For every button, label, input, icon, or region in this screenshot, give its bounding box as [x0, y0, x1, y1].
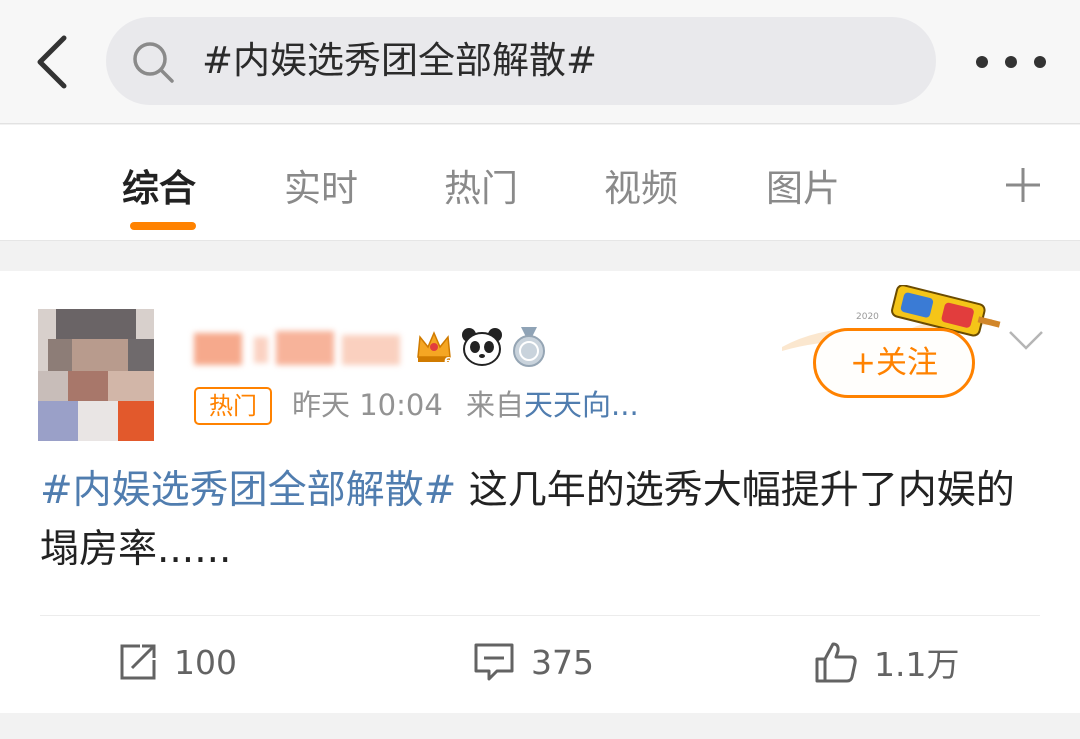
divider	[40, 615, 1040, 616]
search-bar[interactable]: #内娱选秀团全部解散#	[106, 17, 936, 105]
comment-button[interactable]: 375	[473, 637, 594, 687]
more-dots-icon	[976, 56, 988, 68]
like-count: 1.1万	[874, 645, 960, 684]
search-query[interactable]: #内娱选秀团全部解散#	[202, 17, 597, 105]
hot-tag: 热门	[194, 387, 272, 425]
svg-text:2020: 2020	[856, 312, 879, 322]
tab-bar: 综合 实时 热门 视频 图片	[0, 125, 1080, 241]
active-tab-indicator	[130, 222, 196, 230]
more-button[interactable]	[976, 44, 1046, 80]
like-icon	[815, 642, 857, 683]
like-button[interactable]: 1.1万	[814, 637, 959, 687]
back-arrow-icon	[37, 35, 67, 89]
plus-icon[interactable]	[1004, 166, 1042, 204]
topic-link[interactable]: #内娱选秀团全部解散#	[40, 468, 456, 513]
comment-icon	[474, 643, 514, 681]
username-blurred[interactable]	[192, 323, 404, 373]
tab-realtime[interactable]: 实时	[284, 158, 358, 212]
top-bar: #内娱选秀团全部解散#	[0, 0, 1080, 124]
medal-badge-icon	[513, 327, 545, 367]
tab-video[interactable]: 视频	[604, 158, 678, 212]
post-card[interactable]: 6 热门 昨天 10:04 来自天天向... 2020 +关注 #内娱选秀团全部…	[0, 271, 1080, 713]
chevron-down-icon[interactable]	[1008, 329, 1044, 351]
comment-count: 375	[531, 642, 594, 682]
post-content[interactable]: #内娱选秀团全部解散# 这几年的选秀大幅提升了内娱的塌房率......	[40, 461, 1030, 579]
search-icon	[133, 42, 174, 83]
post-source[interactable]: 天天向...	[524, 388, 639, 422]
crown-badge-icon: 6	[417, 331, 452, 367]
repost-icon	[120, 644, 156, 680]
post-time: 昨天 10:04	[292, 388, 443, 422]
panda-badge-icon	[462, 328, 502, 366]
repost-button[interactable]: 100	[118, 637, 237, 687]
tab-pictures[interactable]: 图片	[766, 158, 840, 212]
tab-hot[interactable]: 热门	[444, 158, 518, 212]
tab-comprehensive[interactable]: 综合	[122, 158, 196, 212]
repost-count: 100	[174, 642, 237, 682]
source-prefix: 来自	[466, 388, 525, 422]
back-button[interactable]	[30, 34, 74, 90]
post-meta: 昨天 10:04 来自天天向...	[292, 383, 639, 427]
svg-text:6: 6	[444, 355, 452, 367]
avatar[interactable]	[38, 309, 154, 441]
follow-button[interactable]: +关注	[813, 328, 975, 398]
